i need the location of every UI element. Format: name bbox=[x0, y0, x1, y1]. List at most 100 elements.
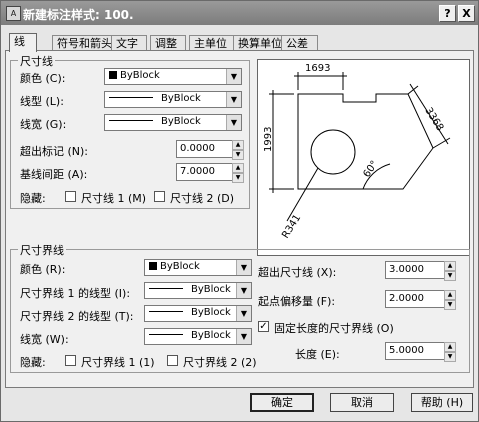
color-swatch bbox=[149, 262, 157, 270]
suppress-ext-line-2-checkbox[interactable] bbox=[167, 355, 178, 366]
length-value: 5.0000 bbox=[389, 345, 424, 356]
spin-down-icon[interactable]: ▼ bbox=[232, 173, 244, 183]
dim-line-group: 尺寸线 颜色 (C): ByBlock ▼ 线型 (L): ByBlock ▼ … bbox=[10, 53, 250, 209]
suppress-ext-line-1-checkbox[interactable] bbox=[65, 355, 76, 366]
dim-text-left: 1993 bbox=[263, 127, 274, 152]
app-icon: A bbox=[6, 6, 21, 21]
extend-ticks-value: 0.0000 bbox=[180, 143, 215, 154]
spin-down-icon[interactable]: ▼ bbox=[232, 150, 244, 160]
spin-up-icon[interactable]: ▲ bbox=[232, 163, 244, 173]
chevron-down-icon[interactable]: ▼ bbox=[236, 306, 251, 321]
preview-drawing: 1693 1993 3368 60° R341 bbox=[263, 63, 451, 241]
dim-lineweight-select[interactable]: ByBlock ▼ bbox=[104, 114, 242, 131]
dim-linetype-value: ByBlock bbox=[161, 93, 201, 104]
baseline-spacing-spinner[interactable]: ▲ ▼ bbox=[232, 163, 244, 183]
origin-offset-label: 起点偏移量 (F): bbox=[258, 295, 336, 308]
ext-color-value: ByBlock bbox=[160, 261, 200, 272]
dim-text-angle: 60° bbox=[361, 159, 380, 180]
dim-text-right: 3368 bbox=[422, 106, 445, 133]
fixed-length-checkbox[interactable]: ✓ bbox=[258, 321, 269, 332]
close-button[interactable]: X bbox=[458, 5, 475, 22]
suppress-dim-line-1-label[interactable]: 尺寸线 1 (M) bbox=[81, 190, 146, 206]
ext-linetype1-select[interactable]: ByBlock ▼ bbox=[144, 282, 252, 299]
ext-linetype2-select[interactable]: ByBlock ▼ bbox=[144, 305, 252, 322]
length-spinner[interactable]: ▲ ▼ bbox=[444, 342, 456, 362]
tab-tolerances[interactable]: 公差 bbox=[281, 35, 318, 51]
extend-beyond-label: 超出尺寸线 (X): bbox=[258, 266, 337, 279]
extend-ticks-label: 超出标记 (N): bbox=[20, 145, 89, 158]
dim-suppress-label: 隐藏: bbox=[20, 192, 46, 205]
chevron-down-icon[interactable]: ▼ bbox=[226, 92, 241, 107]
extend-beyond-spinner[interactable]: ▲ ▼ bbox=[444, 261, 456, 281]
chevron-down-icon[interactable]: ▼ bbox=[236, 260, 251, 275]
tab-symbols-arrows[interactable]: 符号和箭头 bbox=[52, 35, 114, 51]
line-sample-icon bbox=[109, 97, 153, 98]
dialog-window: A 新建标注样式: 100. ? X 线 符号和箭头 文字 调整 主单位 换算单… bbox=[0, 0, 479, 422]
extend-ticks-spinner[interactable]: ▲ ▼ bbox=[232, 140, 244, 160]
dim-color-value: ByBlock bbox=[120, 70, 160, 81]
ext-linetype2-value: ByBlock bbox=[191, 307, 231, 318]
suppress-dim-line-2-label[interactable]: 尺寸线 2 (D) bbox=[170, 190, 234, 206]
dim-lineweight-label: 线宽 (G): bbox=[20, 118, 67, 131]
dim-color-select[interactable]: ByBlock ▼ bbox=[104, 68, 242, 85]
help-title-button[interactable]: ? bbox=[439, 5, 456, 22]
title-bar[interactable]: A 新建标注样式: 100. ? X bbox=[1, 1, 478, 25]
spin-down-icon[interactable]: ▼ bbox=[444, 300, 456, 310]
baseline-spacing-label: 基线间距 (A): bbox=[20, 168, 88, 181]
spin-up-icon[interactable]: ▲ bbox=[232, 140, 244, 150]
suppress-dim-line-1-checkbox[interactable] bbox=[65, 191, 76, 202]
tab-primary-units[interactable]: 主单位 bbox=[189, 35, 237, 51]
line-sample-icon bbox=[149, 311, 183, 312]
length-label: 长度 (E): bbox=[295, 348, 340, 361]
ext-color-select[interactable]: ByBlock ▼ bbox=[144, 259, 252, 276]
help-button[interactable]: 帮助 (H) bbox=[411, 393, 473, 412]
baseline-spacing-value: 7.0000 bbox=[180, 166, 215, 177]
chevron-down-icon[interactable]: ▼ bbox=[226, 69, 241, 84]
fixed-length-label[interactable]: 固定长度的尺寸界线 (O) bbox=[274, 320, 394, 336]
tab-panel: 尺寸线 颜色 (C): ByBlock ▼ 线型 (L): ByBlock ▼ … bbox=[5, 50, 474, 388]
length-input[interactable]: 5.0000 bbox=[385, 342, 451, 360]
spin-up-icon[interactable]: ▲ bbox=[444, 261, 456, 271]
suppress-ext-line-2-label[interactable]: 尺寸界线 2 (2) bbox=[183, 354, 257, 370]
spin-up-icon[interactable]: ▲ bbox=[444, 342, 456, 352]
ext-lineweight-label: 线宽 (W): bbox=[20, 333, 69, 346]
dim-lineweight-value: ByBlock bbox=[161, 116, 201, 127]
ext-linetype2-label: 尺寸界线 2 的线型 (T): bbox=[20, 310, 134, 323]
dim-linetype-select[interactable]: ByBlock ▼ bbox=[104, 91, 242, 108]
suppress-dim-line-2-checkbox[interactable] bbox=[154, 191, 165, 202]
chevron-down-icon[interactable]: ▼ bbox=[236, 329, 251, 344]
preview-pane: 1693 1993 3368 60° R341 bbox=[257, 59, 470, 256]
suppress-ext-line-1-label[interactable]: 尺寸界线 1 (1) bbox=[81, 354, 155, 370]
dim-linetype-label: 线型 (L): bbox=[20, 95, 64, 108]
ext-lineweight-value: ByBlock bbox=[191, 330, 231, 341]
origin-offset-input[interactable]: 2.0000 bbox=[385, 290, 451, 308]
tab-lines[interactable]: 线 bbox=[9, 33, 37, 52]
chevron-down-icon[interactable]: ▼ bbox=[236, 283, 251, 298]
ext-line-right-top bbox=[407, 85, 419, 95]
spin-down-icon[interactable]: ▼ bbox=[444, 271, 456, 281]
spin-down-icon[interactable]: ▼ bbox=[444, 352, 456, 362]
extend-beyond-input[interactable]: 3.0000 bbox=[385, 261, 451, 279]
color-swatch bbox=[109, 71, 117, 79]
spin-up-icon[interactable]: ▲ bbox=[444, 290, 456, 300]
tab-alternate-units[interactable]: 换算单位 bbox=[233, 35, 283, 51]
ok-button[interactable]: 确定 bbox=[250, 393, 314, 412]
tab-text[interactable]: 文字 bbox=[111, 35, 147, 51]
line-sample-icon bbox=[149, 334, 183, 335]
ext-suppress-label: 隐藏: bbox=[20, 356, 46, 369]
dim-text-top: 1693 bbox=[305, 63, 330, 74]
ext-line-group-title: 尺寸界线 bbox=[18, 242, 66, 258]
ext-linetype1-label: 尺寸界线 1 的线型 (I): bbox=[20, 287, 131, 300]
ext-lineweight-select[interactable]: ByBlock ▼ bbox=[144, 328, 252, 345]
ext-line-group: 尺寸界线 颜色 (R): ByBlock ▼ 尺寸界线 1 的线型 (I): B… bbox=[10, 242, 470, 373]
cancel-button[interactable]: 取消 bbox=[330, 393, 394, 412]
line-sample-icon bbox=[149, 288, 183, 289]
ext-linetype1-value: ByBlock bbox=[191, 284, 231, 295]
dim-text-radius: R341 bbox=[280, 213, 303, 241]
chevron-down-icon[interactable]: ▼ bbox=[226, 115, 241, 130]
tab-fit[interactable]: 调整 bbox=[150, 35, 186, 51]
origin-offset-spinner[interactable]: ▲ ▼ bbox=[444, 290, 456, 310]
ext-color-label: 颜色 (R): bbox=[20, 263, 66, 276]
extend-beyond-value: 3.0000 bbox=[389, 264, 424, 275]
origin-offset-value: 2.0000 bbox=[389, 293, 424, 304]
